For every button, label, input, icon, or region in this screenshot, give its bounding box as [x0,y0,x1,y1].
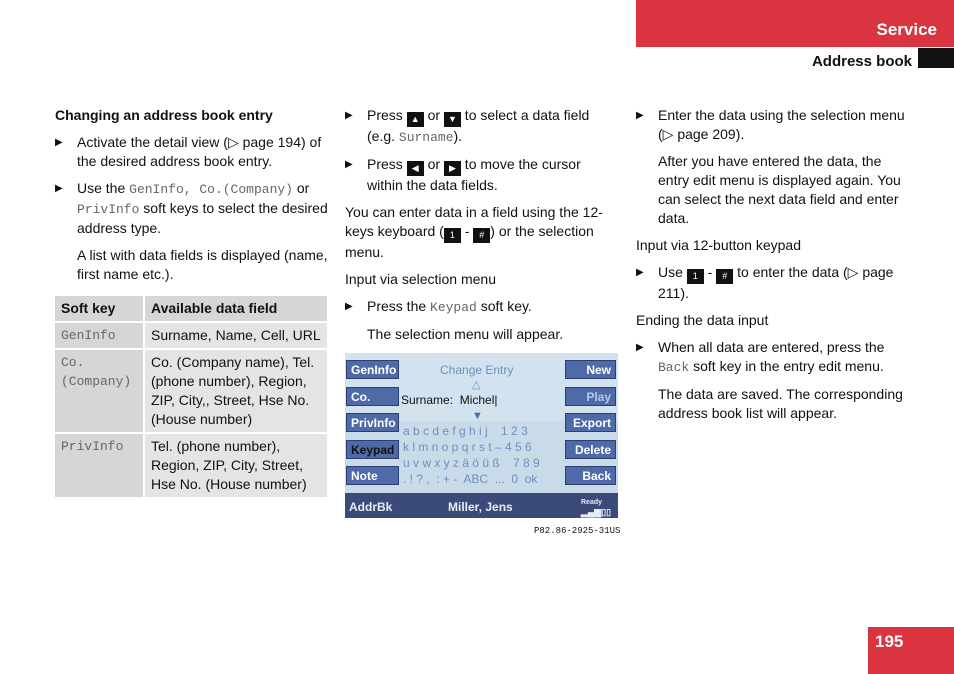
softkey-co[interactable]: Co. [346,387,399,406]
down-key-icon: ▼ [443,112,461,127]
key-1-icon: 1 [443,228,461,243]
figure-caption: P82.86-2925-31US [534,526,621,536]
step: Press the Keypad soft key. [345,297,620,317]
softkey-export[interactable]: Export [565,413,616,432]
section-title: Service [876,20,938,39]
note: After you have entered the data, the ent… [658,153,901,226]
softkey-play[interactable]: Play [565,387,616,406]
soft-key-table: Soft key Available data field GenInfo Surn… [55,296,327,499]
table-row: GenInfo Surname, Name, Cell, URL [55,323,327,350]
paragraph: Input via selection menu [345,271,496,287]
up-key-icon: ▲ [406,112,424,127]
note: The selection menu will appear. [367,326,564,342]
softkey-back[interactable]: Back [565,466,616,485]
header-cell: Available data field [145,296,327,323]
softkey-geninfo[interactable]: GenInfo [346,360,399,379]
column-2: Press ▲ or ▼ to select a data field (e.g… [345,106,620,352]
note: The data are saved. The corresponding ad… [658,386,903,421]
softkey-privinfo[interactable]: PrivInfo [346,413,399,432]
softkey-new[interactable]: New [565,360,616,379]
paragraph: You can enter data in a field using the … [345,204,603,260]
surname-field: Surname: Michel| [401,393,498,407]
header-marker [918,48,954,68]
key-hash-icon: # [716,269,734,284]
paragraph: Ending the data input [636,312,769,328]
signal-strength-icon: ▂▄▆▯▯ [581,507,612,517]
paragraph: Input via 12-button keypad [636,237,802,253]
header-cell: Soft key [55,296,145,323]
column-3: Enter the data using the selection menu … [636,106,911,431]
step: Use 1 - # to enter the data (▷ page 211)… [636,263,911,303]
softkey-keypad[interactable]: Keypad [346,440,399,459]
page-number: 195 [875,632,904,651]
note: A list with data fields is displayed (na… [77,247,328,282]
character-keyboard: a b c d e f g h i j 1 2 3k l m n o p q r… [403,424,540,486]
display-screenshot: Change Entry △ Surname: Michel| ▼ GenInf… [345,353,618,518]
key-1-icon: 1 [686,269,704,284]
key-hash-icon: # [473,228,491,243]
heading: Changing an address book entry [55,107,273,123]
step: When all data are entered, press the Bac… [636,338,911,377]
status-bar: AddrBk Miller, Jens Ready ▂▄▆▯▯ [345,493,618,518]
softkey-note[interactable]: Note [346,466,399,485]
page-number-box: 195 [868,627,954,674]
step: Activate the detail view (▷ page 194) of… [55,133,330,171]
table-row: PrivInfo Tel. (phone number), Region, ZIP… [55,434,327,499]
step: Press ◀ or ▶ to move the cursor within t… [345,155,620,195]
right-key-icon: ▶ [443,161,461,176]
softkey-delete[interactable]: Delete [565,440,616,459]
step: Use the GenInfo, Co.(Company) or PrivInf… [55,179,330,238]
section-header: Service [636,0,954,47]
column-1: Changing an address book entry Activate … [55,106,330,499]
step: Press ▲ or ▼ to select a data field (e.g… [345,106,620,147]
left-key-icon: ◀ [406,161,424,176]
subsection-title: Address book [811,53,912,70]
table-row: Co. (Company) Co. (Company name), Tel. (p… [55,350,327,434]
step: Enter the data using the selection menu … [636,106,911,144]
